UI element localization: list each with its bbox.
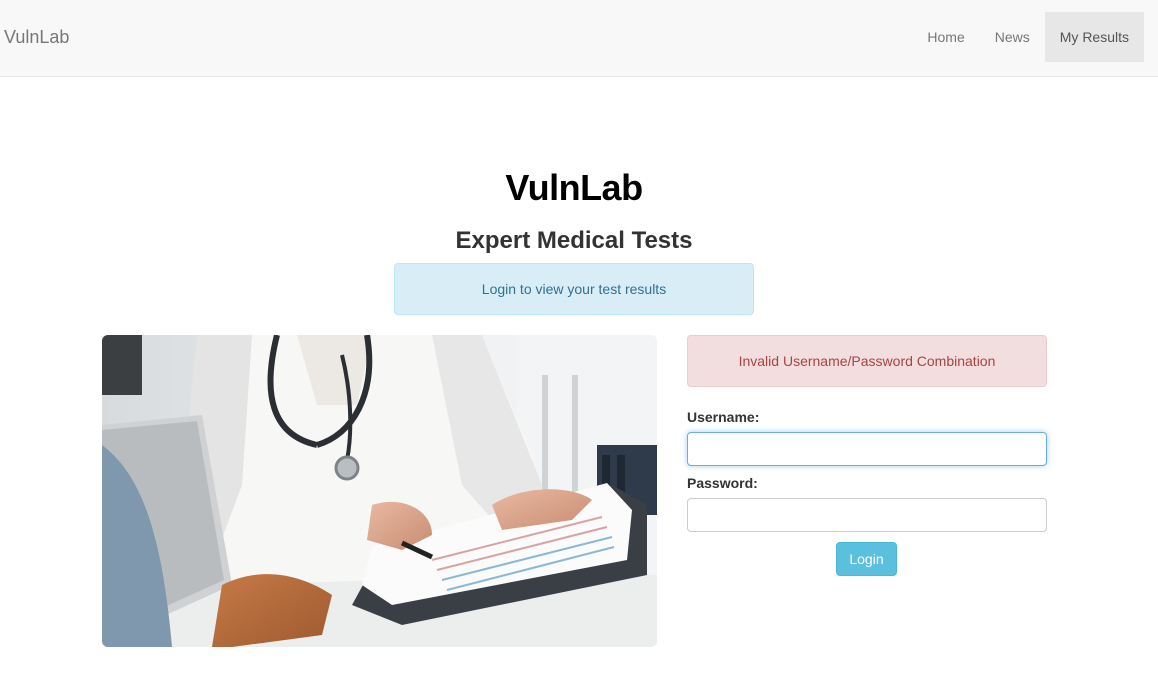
nav-item-news[interactable]: News — [980, 12, 1045, 62]
navbar-brand[interactable]: VulnLab — [4, 26, 69, 48]
site-subtitle: Expert Medical Tests — [455, 227, 693, 254]
login-button[interactable]: Login — [836, 542, 897, 576]
error-alert-text: Invalid Username/Password Combination — [738, 353, 996, 369]
password-input[interactable] — [687, 498, 1047, 532]
site-title: VulnLab — [505, 167, 643, 208]
password-label: Password: — [687, 475, 758, 491]
nav-links: Home News My Results — [912, 12, 1144, 62]
username-input[interactable] — [687, 432, 1047, 466]
error-alert: Invalid Username/Password Combination — [687, 335, 1047, 387]
info-alert-text: Login to view your test results — [481, 281, 667, 297]
doctor-with-clipboard-image — [102, 335, 657, 647]
navbar: VulnLab Home News My Results — [0, 0, 1158, 77]
username-label: Username: — [687, 409, 760, 425]
info-alert: Login to view your test results — [394, 263, 754, 315]
nav-item-my-results[interactable]: My Results — [1044, 12, 1144, 62]
nav-item-home[interactable]: Home — [912, 12, 979, 62]
doctor-photo — [102, 335, 657, 647]
